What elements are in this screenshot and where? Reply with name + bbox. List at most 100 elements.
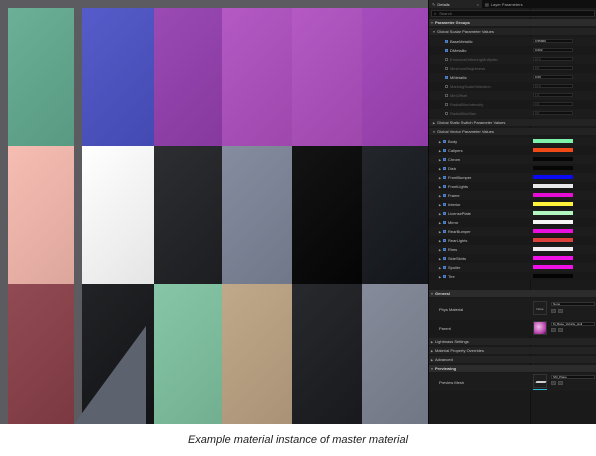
color-swatch[interactable]	[533, 220, 573, 224]
layers-icon: ▤	[485, 1, 489, 7]
asset-type-bar	[533, 389, 547, 390]
override-checkbox[interactable]	[443, 266, 446, 269]
phys-material-thumbnail[interactable]: None	[533, 301, 547, 315]
color-swatch[interactable]	[533, 229, 573, 233]
color-swatch[interactable]	[533, 202, 573, 206]
use-selected-icon[interactable]	[551, 328, 556, 332]
parent-material-dropdown[interactable]: M_Base_Vehicle_Hull	[551, 322, 595, 326]
color-swatch[interactable]	[533, 274, 573, 278]
override-checkbox[interactable]	[443, 221, 446, 224]
parameter-groups-header[interactable]: ▼ Parameter Groups	[429, 19, 596, 26]
scalar-value-input[interactable]: 0.55000	[533, 39, 573, 43]
override-checkbox[interactable]	[443, 275, 446, 278]
preview-tile	[292, 146, 362, 284]
close-icon[interactable]: ×	[477, 2, 479, 7]
color-swatch[interactable]	[533, 139, 573, 143]
parameter-groups-label: Parameter Groups	[435, 20, 470, 25]
override-checkbox[interactable]	[445, 85, 448, 88]
override-checkbox[interactable]	[443, 176, 446, 179]
override-checkbox[interactable]	[445, 112, 448, 115]
color-swatch[interactable]	[533, 193, 573, 197]
scalar-value-input[interactable]: 10.0	[533, 57, 573, 61]
figure-caption: Example material instance of master mate…	[187, 434, 409, 446]
search-placeholder: Search	[439, 11, 452, 16]
color-swatch[interactable]	[533, 166, 573, 170]
advanced-section[interactable]: ▶ Advanced	[429, 356, 596, 363]
preview-mesh-thumbnail[interactable]	[533, 374, 547, 388]
use-selected-icon[interactable]	[551, 381, 556, 385]
vector-group-header[interactable]: ▼ Global Vector Parameter Values	[429, 128, 596, 135]
override-checkbox[interactable]	[443, 194, 446, 197]
scalar-value-input[interactable]: 10.0	[533, 84, 573, 88]
static-switch-group-header[interactable]: ▶ Global Static Switch Parameter Values	[429, 119, 596, 126]
browse-icon[interactable]	[558, 328, 563, 332]
override-checkbox[interactable]	[443, 212, 446, 215]
vector-param-name: Frame	[448, 193, 460, 198]
preview-mesh-dropdown[interactable]: SM_Plane	[551, 375, 595, 379]
override-checkbox[interactable]	[445, 49, 448, 52]
vector-param-name: RearLights	[448, 238, 468, 243]
scalar-value-input[interactable]: 0.0	[533, 66, 573, 70]
override-checkbox[interactable]	[445, 103, 448, 106]
general-label: General	[435, 291, 450, 296]
scalar-value-input[interactable]: 0.0	[533, 102, 573, 106]
override-checkbox[interactable]	[443, 140, 446, 143]
preview-tile	[82, 8, 154, 146]
color-swatch[interactable]	[533, 247, 573, 251]
vector-param-name: Spoiler	[448, 265, 461, 270]
scalar-param-row: MarkingScaleSelection 10.0	[429, 82, 596, 91]
color-swatch[interactable]	[533, 211, 573, 215]
color-swatch[interactable]	[533, 256, 573, 260]
override-checkbox[interactable]	[443, 167, 446, 170]
override-checkbox[interactable]	[445, 76, 448, 79]
color-swatch[interactable]	[533, 148, 573, 152]
phys-material-dropdown[interactable]: None	[551, 302, 595, 306]
color-swatch[interactable]	[533, 238, 573, 242]
vector-param-row: ▶ FrontBumper	[429, 173, 596, 182]
scalar-value-input[interactable]: 1.0	[533, 93, 573, 97]
override-checkbox[interactable]	[445, 94, 448, 97]
tile-shading	[154, 8, 222, 146]
scalar-value-input[interactable]: 0.0	[533, 111, 573, 115]
color-swatch[interactable]	[533, 265, 573, 269]
override-checkbox[interactable]	[443, 248, 446, 251]
color-swatch[interactable]	[533, 157, 573, 161]
override-checkbox[interactable]	[443, 185, 446, 188]
general-section-header[interactable]: ▼ General	[429, 290, 596, 297]
override-checkbox[interactable]	[443, 203, 446, 206]
override-checkbox[interactable]	[445, 40, 448, 43]
previewing-section-header[interactable]: ▼ Previewing	[429, 365, 596, 372]
use-selected-icon[interactable]	[551, 309, 556, 313]
material-preview-viewport[interactable]	[0, 0, 428, 424]
scalar-value-input[interactable]: 0.002	[533, 48, 573, 52]
parent-material-thumbnail[interactable]	[533, 321, 547, 335]
override-checkbox[interactable]	[443, 149, 446, 152]
tab-details[interactable]: ✎ Details ×	[429, 0, 482, 8]
vector-param-row: ▶ LicensePlate	[429, 209, 596, 218]
scalar-value-input[interactable]: 0.06	[533, 75, 573, 79]
vector-param-name: Chrom	[448, 157, 461, 162]
override-checkbox[interactable]	[443, 158, 446, 161]
search-input[interactable]: ⌕ Search	[431, 10, 595, 17]
tab-layer-parameters[interactable]: ▤ Layer Parameters	[482, 0, 526, 8]
browse-icon[interactable]	[558, 381, 563, 385]
scalar-param-name: MarkingScaleSelection	[450, 84, 491, 89]
override-checkbox[interactable]	[443, 257, 446, 260]
vector-param-row: ▶ Chrom	[429, 155, 596, 164]
override-checkbox[interactable]	[445, 58, 448, 61]
color-swatch[interactable]	[533, 184, 573, 188]
overrides-section[interactable]: ▶ Material Property Overrides	[429, 347, 596, 354]
override-checkbox[interactable]	[443, 230, 446, 233]
editor-screenshot: ✎ Details × ▤ Layer Parameters ⌕ Search …	[0, 0, 596, 424]
override-checkbox[interactable]	[445, 67, 448, 70]
vector-param-row: ▶ Interior	[429, 200, 596, 209]
vector-param-row: ▶ Mirror	[429, 218, 596, 227]
lightmass-section[interactable]: ▶ Lightmass Settings	[429, 338, 596, 345]
vector-param-row: ▶ FrontLights	[429, 182, 596, 191]
scalar-group-header[interactable]: ▼ Global Scalar Parameter Values	[429, 28, 596, 35]
vector-param-row: ▶ Rims	[429, 245, 596, 254]
override-checkbox[interactable]	[443, 239, 446, 242]
color-swatch[interactable]	[533, 175, 573, 179]
vector-param-row: ▶ Dish	[429, 164, 596, 173]
browse-icon[interactable]	[558, 309, 563, 313]
